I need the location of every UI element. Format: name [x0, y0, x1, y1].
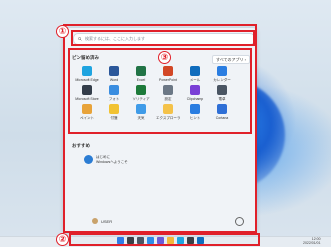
system-tray-clock[interactable]: 12:00 2022/01/01: [303, 237, 321, 245]
callout-number-3: ③: [158, 51, 171, 64]
callout-frame-search: [71, 30, 255, 46]
callout-number-2: ②: [56, 233, 69, 246]
callout-frame-taskbar: [69, 233, 260, 246]
callout-number-1: ①: [56, 25, 69, 38]
clock-date: 2022/01/01: [303, 240, 321, 245]
